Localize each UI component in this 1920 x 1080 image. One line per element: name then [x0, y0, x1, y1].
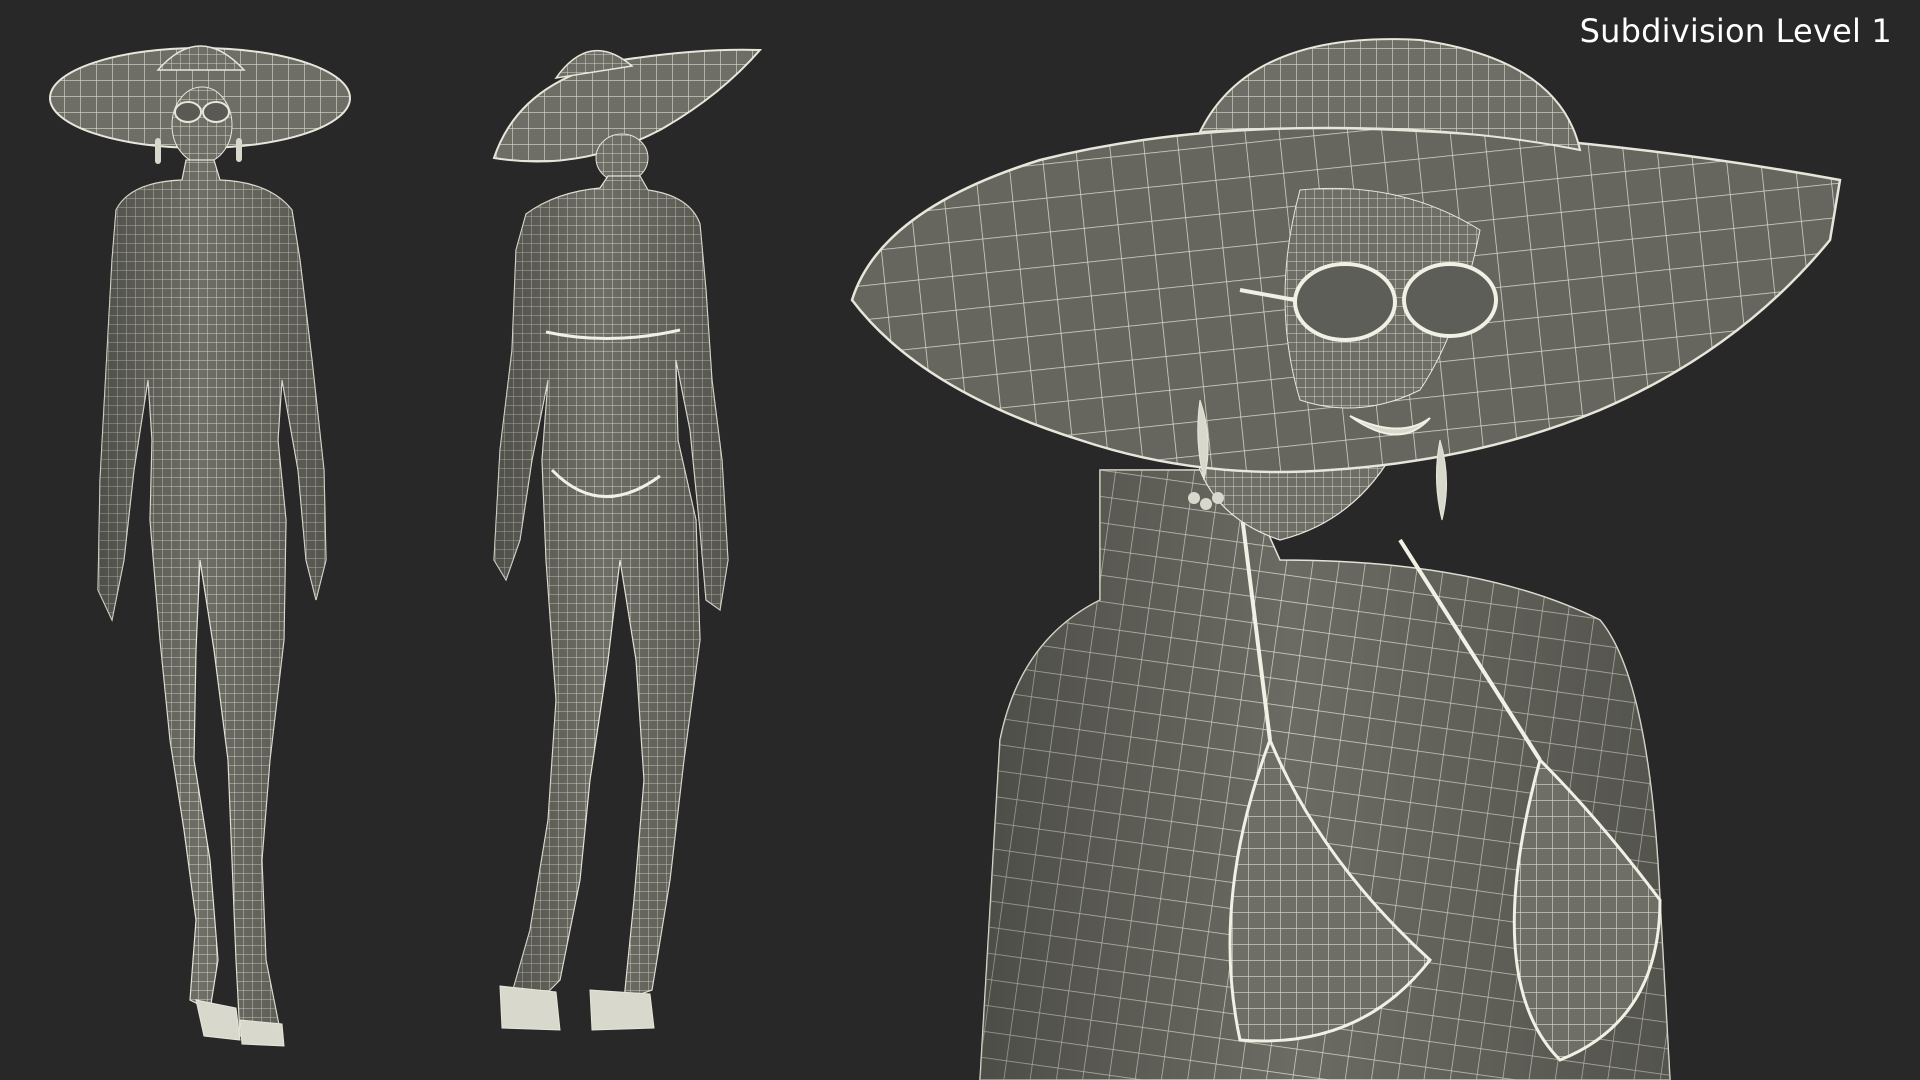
wireframe-render	[49, 38, 1842, 1080]
figure-back-view	[492, 48, 763, 1031]
figure-closeup-view	[850, 38, 1842, 1080]
subdivision-level-caption: Subdivision Level 1	[1579, 12, 1892, 50]
render-viewport: Subdivision Level 1	[0, 0, 1920, 1080]
figure-front-view	[49, 45, 351, 1047]
